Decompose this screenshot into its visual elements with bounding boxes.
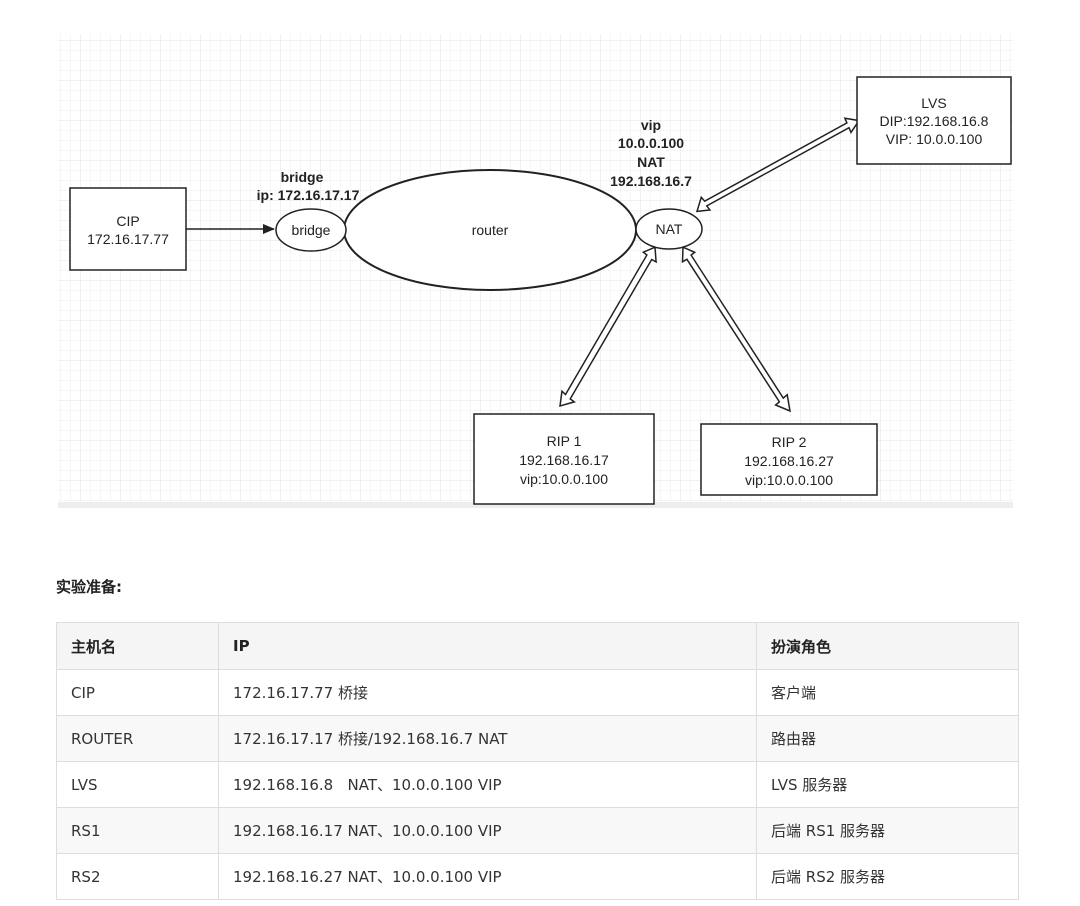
cell-ip: 192.168.16.27 NAT、10.0.0.100 VIP <box>218 853 757 900</box>
table-row: RS1 192.168.16.17 NAT、10.0.0.100 VIP 后端 … <box>56 807 1019 854</box>
nat-title-label: NAT <box>637 154 665 170</box>
cell-role: 后端 RS1 服务器 <box>756 807 1019 854</box>
cell-role: LVS 服务器 <box>756 761 1019 808</box>
bridge-title-label: bridge <box>281 169 324 185</box>
hosts-table: 主机名 IP 扮演角色 CIP 172.16.17.77 桥接 客户端 ROUT… <box>56 622 1019 900</box>
cell-role: 路由器 <box>756 715 1019 762</box>
network-topology-diagram: CIP 172.16.17.77 bridge ip: 172.16.17.17… <box>58 34 1013 508</box>
cell-ip: 172.16.17.77 桥接 <box>218 669 757 716</box>
header-ip: IP <box>218 622 757 670</box>
rip1-node-ip: 192.168.16.17 <box>519 452 609 468</box>
cip-node-label: CIP <box>116 213 139 229</box>
lvs-node-vip: VIP: 10.0.0.100 <box>886 131 983 147</box>
nat-vip-title-label: vip <box>641 117 661 133</box>
bridge-node-label: bridge <box>292 222 331 238</box>
nat-ip-label: 192.168.16.7 <box>610 173 692 189</box>
rip2-node-ip: 192.168.16.27 <box>744 453 834 469</box>
table-row: RS2 192.168.16.27 NAT、10.0.0.100 VIP 后端 … <box>56 853 1019 900</box>
cell-hostname: ROUTER <box>56 715 219 762</box>
table-row: CIP 172.16.17.77 桥接 客户端 <box>56 669 1019 716</box>
lvs-node-label: LVS <box>921 95 946 111</box>
cip-node-ip: 172.16.17.77 <box>87 231 169 247</box>
cell-ip: 192.168.16.17 NAT、10.0.0.100 VIP <box>218 807 757 854</box>
nat-node-label: NAT <box>656 221 683 237</box>
section-heading: 实验准备: <box>56 578 122 596</box>
cell-hostname: CIP <box>56 669 219 716</box>
rip1-node-vip: vip:10.0.0.100 <box>520 471 608 487</box>
header-hostname: 主机名 <box>56 622 219 670</box>
rip1-node-label: RIP 1 <box>547 433 582 449</box>
table-header-row: 主机名 IP 扮演角色 <box>56 622 1019 670</box>
lvs-node-dip: DIP:192.168.16.8 <box>880 113 989 129</box>
cell-hostname: LVS <box>56 761 219 808</box>
rip2-node-vip: vip:10.0.0.100 <box>745 472 833 488</box>
cell-role: 客户端 <box>756 669 1019 716</box>
cell-ip: 172.16.17.17 桥接/192.168.16.7 NAT <box>218 715 757 762</box>
cip-node-box <box>69 187 187 271</box>
cell-hostname: RS1 <box>56 807 219 854</box>
router-node-label: router <box>472 222 509 238</box>
table-row: LVS 192.168.16.8 NAT、10.0.0.100 VIP LVS … <box>56 761 1019 808</box>
cell-ip: 192.168.16.8 NAT、10.0.0.100 VIP <box>218 761 757 808</box>
bridge-ip-label: ip: 172.16.17.17 <box>257 187 360 203</box>
table-row: ROUTER 172.16.17.17 桥接/192.168.16.7 NAT … <box>56 715 1019 762</box>
cell-hostname: RS2 <box>56 853 219 900</box>
cell-role: 后端 RS2 服务器 <box>756 853 1019 900</box>
rip2-node-label: RIP 2 <box>772 434 807 450</box>
nat-vip-label: 10.0.0.100 <box>618 135 684 151</box>
header-role: 扮演角色 <box>756 622 1019 670</box>
